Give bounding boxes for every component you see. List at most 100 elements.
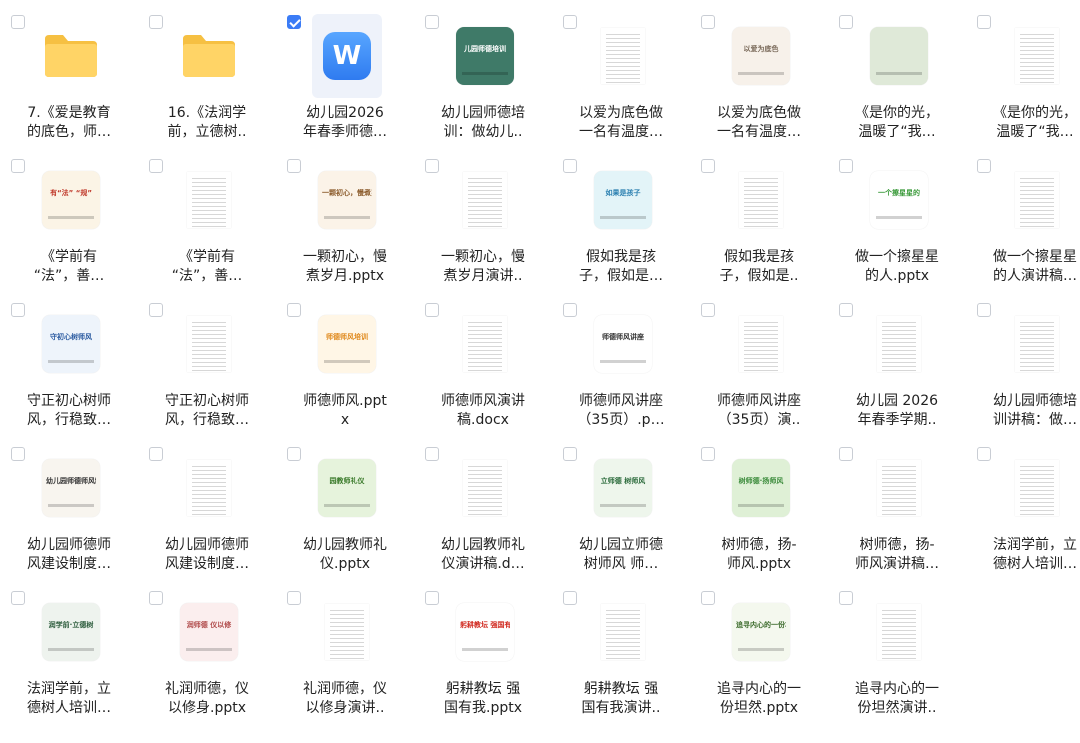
select-checkbox[interactable] (11, 159, 25, 173)
select-checkbox[interactable] (149, 447, 163, 461)
select-checkbox[interactable] (977, 303, 991, 317)
file-item[interactable]: 《是你的光， 温暖了“我… (966, 0, 1080, 144)
select-checkbox[interactable] (701, 303, 715, 317)
file-item[interactable]: 《学前有 “法”，善… (138, 144, 276, 288)
file-item[interactable]: 幼儿园师德培 训讲稿：做… (966, 288, 1080, 432)
select-checkbox[interactable] (977, 447, 991, 461)
file-item[interactable]: 以爱为底色做 一名有温度… (552, 0, 690, 144)
file-item[interactable]: 如果是孩子 假如我是孩 子，假如是… (552, 144, 690, 288)
file-item[interactable]: 礼润师德，仪 以修身演讲.. (276, 576, 414, 720)
file-item[interactable]: 师德师风讲座 师德师风讲座 （35页）.p… (552, 288, 690, 432)
thumbnail: 有“法” “规” (36, 158, 106, 242)
file-item[interactable]: 幼儿园教师礼 仪演讲稿.d… (414, 432, 552, 576)
file-item[interactable]: 幼儿园师德师风制度幼儿园师德师风建设制度… (0, 432, 138, 576)
select-checkbox[interactable] (11, 447, 25, 461)
file-item[interactable]: 师德师风讲座 （35页）演.. (690, 288, 828, 432)
select-checkbox[interactable] (149, 15, 163, 29)
slide-preview-title: 师德师风培训 (326, 333, 368, 341)
thumbnail: 追寻内心的一份坦然 (726, 590, 796, 674)
file-item[interactable]: 树师德，扬- 师风演讲稿… (828, 432, 966, 576)
file-item[interactable]: 幼儿园 2026 年春季学期.. (828, 288, 966, 432)
select-checkbox[interactable] (11, 15, 25, 29)
select-checkbox[interactable] (701, 159, 715, 173)
file-item[interactable]: 7.《爱是教育 的底色，师… (0, 0, 138, 144)
select-checkbox[interactable] (287, 159, 301, 173)
select-checkbox[interactable] (563, 591, 577, 605)
select-checkbox[interactable] (287, 303, 301, 317)
select-checkbox[interactable] (425, 303, 439, 317)
file-name: 假如我是孩 子，假如是.. (692, 248, 826, 286)
file-name-line1: 礼润师德，仪 (165, 681, 249, 697)
file-name-line1: 以爱为底色做 (717, 105, 801, 121)
wps-doc-icon: W (323, 32, 371, 80)
select-checkbox[interactable] (149, 303, 163, 317)
file-item[interactable]: 一个擦星星的 做一个擦星星 的人.pptx (828, 144, 966, 288)
select-checkbox[interactable] (425, 15, 439, 29)
select-checkbox[interactable] (287, 447, 301, 461)
file-item[interactable]: 以爱为底色 以爱为底色做 一名有温度… (690, 0, 828, 144)
file-item[interactable]: W 幼儿园2026 年春季师德… (276, 0, 414, 144)
file-item[interactable]: 师德师风培训师德师风.ppt x (276, 288, 414, 432)
file-item[interactable]: 法润学前，立 德树人培训… (966, 432, 1080, 576)
file-name-line2: 风，行稳致… (165, 412, 249, 428)
select-checkbox[interactable] (977, 15, 991, 29)
select-checkbox[interactable] (563, 303, 577, 317)
file-item[interactable]: 师德师风演讲 稿.docx (414, 288, 552, 432)
file-item[interactable]: 有“法” “规” 《学前有 “法”，善… (0, 144, 138, 288)
file-item[interactable]: 守正初心树师 风，行稳致… (138, 288, 276, 432)
file-item[interactable]: 一颗初心，慢煮岁月一颗初心，慢煮岁月.pptx (276, 144, 414, 288)
select-checkbox[interactable] (149, 159, 163, 173)
file-name-line2: 德树人培训… (993, 556, 1077, 572)
select-checkbox[interactable] (563, 15, 577, 29)
file-item[interactable]: 《是你的光， 温暖了“我… (828, 0, 966, 144)
select-checkbox[interactable] (839, 303, 853, 317)
file-item[interactable]: 立师德 树师风 幼儿园立师德 树师风 师… (552, 432, 690, 576)
select-checkbox[interactable] (839, 591, 853, 605)
file-name: 师德师风.ppt x (278, 392, 412, 430)
select-checkbox[interactable] (149, 591, 163, 605)
file-item[interactable]: 躬耕教坛 强国有我演讲.. (552, 576, 690, 720)
slide-preview-icon: 躬耕教坛 强国有 (456, 603, 514, 661)
file-name-line1: 幼儿园2026 (306, 105, 384, 121)
file-item[interactable]: 幼儿园师德师 风建设制度… (138, 432, 276, 576)
select-checkbox[interactable] (701, 447, 715, 461)
file-item[interactable]: 假如我是孩 子，假如是.. (690, 144, 828, 288)
file-item[interactable]: 润师德 仪以修 礼润师德，仪 以修身.pptx (138, 576, 276, 720)
file-name-line1: 幼儿园师德培 (441, 105, 525, 121)
select-checkbox[interactable] (563, 447, 577, 461)
file-name-line1: 守正初心树师 (165, 393, 249, 409)
file-item[interactable]: 园教师礼仪 幼儿园教师礼 仪.pptx (276, 432, 414, 576)
select-checkbox[interactable] (563, 159, 577, 173)
select-checkbox[interactable] (11, 303, 25, 317)
select-checkbox[interactable] (425, 447, 439, 461)
thumbnail: 如果是孩子 (588, 158, 658, 242)
file-name: 师德师风讲座 （35页）演.. (692, 392, 826, 430)
document-preview-icon (187, 460, 231, 516)
file-item[interactable]: 16.《法润学 前，立德树.. (138, 0, 276, 144)
file-name-line1: 师德师风讲座 (579, 393, 663, 409)
select-checkbox[interactable] (287, 591, 301, 605)
select-checkbox[interactable] (839, 15, 853, 29)
file-item[interactable]: 儿园师德培训 幼儿园师德培 训：做幼儿.. (414, 0, 552, 144)
file-name-line1: 幼儿园立师德 (579, 537, 663, 553)
select-checkbox[interactable] (11, 591, 25, 605)
file-item[interactable]: 树师德·扬师风 树师德，扬- 师风.pptx (690, 432, 828, 576)
file-item[interactable]: 躬耕教坛 强国有 躬耕教坛 强国有我.pptx (414, 576, 552, 720)
select-checkbox[interactable] (839, 159, 853, 173)
file-item[interactable]: 守初心树师风 守正初心树师 风，行稳致… (0, 288, 138, 432)
file-name-line2: 年春季师德… (303, 124, 387, 140)
thumbnail: 立师德 树师风 (588, 446, 658, 530)
file-item[interactable]: 追寻内心的一 份坦然演讲.. (828, 576, 966, 720)
select-checkbox[interactable] (425, 159, 439, 173)
file-name: 幼儿园2026 年春季师德… (278, 104, 412, 142)
select-checkbox[interactable] (425, 591, 439, 605)
select-checkbox[interactable] (977, 159, 991, 173)
file-item[interactable]: 润学前·立德树 法润学前，立 德树人培训… (0, 576, 138, 720)
file-item[interactable]: 做一个擦星星 的人演讲稿… (966, 144, 1080, 288)
select-checkbox[interactable] (701, 15, 715, 29)
select-checkbox[interactable] (701, 591, 715, 605)
file-item[interactable]: 追寻内心的一份坦然追寻内心的一份坦然.pptx (690, 576, 828, 720)
select-checkbox[interactable] (287, 15, 301, 29)
select-checkbox[interactable] (839, 447, 853, 461)
file-item[interactable]: 一颗初心，慢 煮岁月演讲.. (414, 144, 552, 288)
